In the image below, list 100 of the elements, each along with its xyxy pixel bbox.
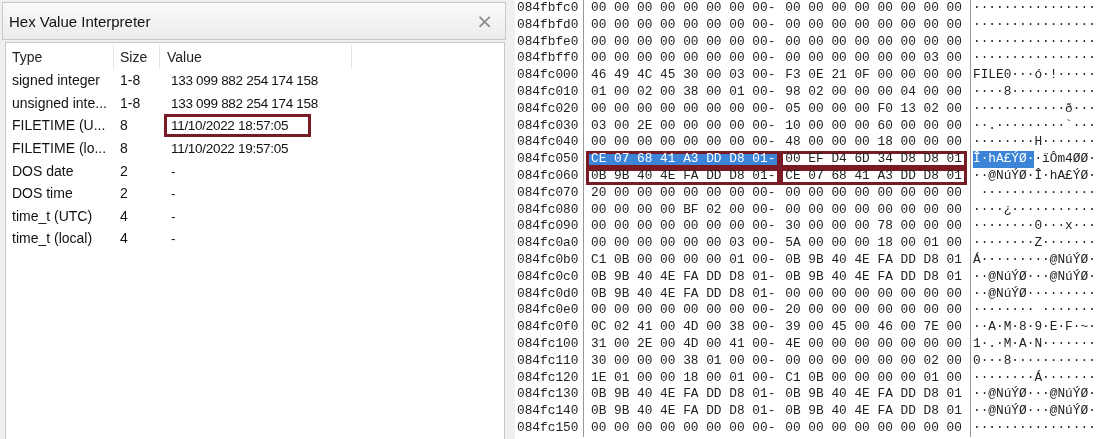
ascii-text[interactable]: ··@NúÝØ· bbox=[972, 167, 1035, 185]
ascii-text[interactable]: ········ bbox=[972, 50, 1035, 68]
ascii-text[interactable]: ········ bbox=[972, 100, 1035, 118]
hex-bytes[interactable]: 5A 00 00 00 18 00 01 00 bbox=[780, 235, 967, 252]
hex-bytes[interactable]: 00 00 00 00 00 00 00 00 bbox=[780, 201, 967, 219]
hex-bytes[interactable]: 00 00 00 00 00 00 03 00- bbox=[586, 235, 781, 252]
ascii-text[interactable]: 9·E·F·~· bbox=[1034, 319, 1096, 336]
hex-bytes[interactable]: 0B 9B 40 4E FA DD D8 01 bbox=[780, 251, 967, 269]
hex-bytes[interactable]: 00 00 00 00 00 00 00 00 bbox=[780, 16, 967, 34]
ascii-text[interactable]: ········ bbox=[1034, 184, 1096, 202]
ascii-text[interactable]: 0···x··· bbox=[1034, 218, 1096, 236]
hex-bytes[interactable]: 4E 00 00 00 00 00 00 00 bbox=[780, 335, 967, 353]
hex-bytes[interactable]: 00 00 00 00 00 00 00 00- bbox=[586, 33, 781, 51]
ascii-text[interactable]: ó·!····· bbox=[1034, 67, 1096, 84]
hex-bytes[interactable]: 10 00 00 00 60 00 00 00 bbox=[780, 117, 967, 135]
ascii-text[interactable]: ········ bbox=[972, 419, 1035, 437]
hex-bytes[interactable]: 0C 02 41 00 4D 00 38 00- bbox=[586, 319, 781, 336]
ascii-text[interactable]: ········ bbox=[972, 302, 1035, 320]
ascii-text[interactable]: Î·hA£ÝØ· bbox=[972, 151, 1035, 168]
hex-bytes[interactable]: F3 0E 21 0F 00 00 00 00 bbox=[780, 67, 967, 84]
column-header[interactable]: Type bbox=[6, 45, 114, 69]
ascii-text[interactable]: ··@NúÝØ· bbox=[1034, 386, 1096, 404]
hex-bytes[interactable]: 00 00 00 00 00 00 00 00 bbox=[780, 0, 967, 17]
hex-bytes[interactable]: 00 00 00 00 00 00 00 00- bbox=[586, 100, 781, 118]
ascii-text[interactable]: ··.····· bbox=[972, 117, 1035, 135]
ascii-text[interactable]: ·ïÔm4ØØ· bbox=[1034, 151, 1096, 168]
ascii-text[interactable]: H······· bbox=[1034, 134, 1096, 152]
hex-bytes[interactable]: 0B 9B 40 4E FA DD D8 01 bbox=[780, 386, 967, 404]
ascii-text[interactable]: ····`··· bbox=[1034, 117, 1096, 135]
ascii-text[interactable]: ····¿··· bbox=[972, 201, 1035, 219]
hex-bytes[interactable]: 98 02 00 00 00 04 00 00 bbox=[780, 84, 967, 101]
ascii-text[interactable]: ········ bbox=[1034, 16, 1096, 34]
hex-bytes[interactable]: 0B 9B 40 4E FA DD D8 01- bbox=[586, 285, 781, 303]
hex-bytes[interactable]: 00 00 00 00 00 00 00 00- bbox=[586, 134, 781, 152]
hex-bytes[interactable]: 46 49 4C 45 30 00 03 00- bbox=[586, 67, 781, 84]
hex-bytes[interactable]: 00 00 00 00 00 00 00 00 bbox=[780, 33, 967, 51]
ascii-text[interactable]: N······· bbox=[1034, 335, 1096, 353]
hex-bytes[interactable]: 20 00 00 00 00 00 00 00 bbox=[780, 302, 967, 320]
hex-bytes[interactable]: 05 00 00 00 F0 13 02 00 bbox=[780, 100, 967, 118]
ascii-text[interactable]: ········ bbox=[1034, 84, 1096, 101]
hex-bytes[interactable]: 39 00 45 00 46 00 7E 00 bbox=[780, 319, 967, 336]
hex-bytes[interactable]: CE 07 68 41 A3 DD D8 01 bbox=[780, 167, 967, 185]
ascii-text[interactable]: ········ bbox=[1034, 419, 1096, 437]
hex-bytes[interactable]: 31 00 2E 00 4D 00 41 00- bbox=[586, 335, 781, 353]
hex-bytes[interactable]: 00 00 00 00 00 00 02 00 bbox=[780, 352, 967, 370]
ascii-text[interactable]: ········ bbox=[972, 369, 1035, 387]
ascii-text[interactable]: 1·.·M·A· bbox=[972, 335, 1035, 353]
hex-bytes[interactable]: CE 07 68 41 A3 DD D8 01- bbox=[586, 151, 781, 168]
hex-bytes[interactable]: C1 0B 00 00 00 00 01 00- bbox=[586, 251, 781, 269]
column-header[interactable]: Value bbox=[160, 45, 352, 69]
ascii-text[interactable]: ··@NúÝØ· bbox=[1034, 268, 1096, 286]
ascii-text[interactable]: FILE0··· bbox=[972, 67, 1035, 84]
ascii-text[interactable]: Á······· bbox=[972, 251, 1035, 269]
hex-bytes[interactable]: 30 00 00 00 38 01 00 00- bbox=[586, 352, 781, 370]
ascii-text[interactable]: ········ bbox=[1034, 33, 1096, 51]
ascii-text[interactable]: Á······· bbox=[1034, 369, 1096, 387]
hex-bytes[interactable]: 48 00 00 00 18 00 00 00 bbox=[780, 134, 967, 152]
ascii-text[interactable]: ······· bbox=[972, 184, 1035, 202]
hex-bytes[interactable]: 00 00 00 00 00 00 00 00- bbox=[586, 218, 781, 236]
ascii-text[interactable]: ··@NúÝØ· bbox=[972, 268, 1035, 286]
hex-bytes[interactable]: 03 00 2E 00 00 00 00 00- bbox=[586, 117, 781, 135]
hex-bytes[interactable]: 00 00 00 00 00 00 00 00 bbox=[780, 285, 967, 303]
ascii-text[interactable]: ········ bbox=[972, 218, 1035, 236]
ascii-text[interactable]: Z······· bbox=[1034, 235, 1096, 252]
ascii-text[interactable]: ··@NúÝØ· bbox=[972, 386, 1035, 404]
ascii-text[interactable]: ········ bbox=[1034, 0, 1096, 17]
ascii-text[interactable]: ········ bbox=[1034, 285, 1096, 303]
ascii-text[interactable]: ········ bbox=[972, 235, 1035, 252]
hex-bytes[interactable]: 01 00 02 00 38 00 01 00- bbox=[586, 84, 781, 101]
hex-bytes[interactable]: 0B 9B 40 4E FA DD D8 01- bbox=[586, 386, 781, 404]
hex-bytes[interactable]: 0B 9B 40 4E FA DD D8 01- bbox=[586, 167, 781, 185]
hex-bytes[interactable]: 00 EF D4 6D 34 D8 D8 01 bbox=[780, 151, 967, 168]
ascii-text[interactable]: ········ bbox=[972, 134, 1035, 152]
hex-bytes[interactable]: 00 00 00 00 00 00 00 00- bbox=[586, 16, 781, 34]
ascii-text[interactable]: 0···8··· bbox=[972, 352, 1035, 370]
ascii-text[interactable]: ········ bbox=[972, 33, 1035, 51]
hex-bytes[interactable]: 0B 9B 40 4E FA DD D8 01 bbox=[780, 403, 967, 420]
hex-bytes[interactable]: 1E 01 00 00 18 00 01 00- bbox=[586, 369, 781, 387]
hex-bytes[interactable]: 00 00 00 00 00 00 03 00 bbox=[780, 50, 967, 68]
hex-bytes[interactable]: 0B 9B 40 4E FA DD D8 01 bbox=[780, 268, 967, 286]
ascii-text[interactable]: ········ bbox=[972, 0, 1035, 17]
hex-bytes[interactable]: 20 00 00 00 00 00 00 00- bbox=[586, 184, 781, 202]
hex-bytes[interactable]: 00 00 00 00 00 00 00 00- bbox=[586, 50, 781, 68]
hex-bytes[interactable]: 00 00 00 00 00 00 00 00- bbox=[586, 419, 781, 437]
ascii-text[interactable]: ········ bbox=[972, 16, 1035, 34]
hex-bytes[interactable]: 00 00 00 00 00 00 00 00- bbox=[586, 0, 781, 17]
ascii-text[interactable]: ··@NúÝØ· bbox=[1034, 251, 1096, 269]
hex-bytes[interactable]: 0B 9B 40 4E FA DD D8 01- bbox=[586, 268, 781, 286]
ascii-text[interactable]: ········ bbox=[1034, 201, 1096, 219]
ascii-text[interactable]: ····ð··· bbox=[1034, 100, 1096, 118]
hex-bytes[interactable]: 00 00 00 00 BF 02 00 00- bbox=[586, 201, 781, 219]
hex-bytes[interactable]: 00 00 00 00 00 00 00 00 bbox=[780, 419, 967, 437]
hex-bytes[interactable]: C1 0B 00 00 00 00 01 00 bbox=[780, 369, 967, 387]
hex-bytes[interactable]: 0B 9B 40 4E FA DD D8 01- bbox=[586, 403, 781, 420]
hex-bytes[interactable]: 00 00 00 00 00 00 00 00- bbox=[586, 302, 781, 320]
ascii-text[interactable]: ········ bbox=[1034, 352, 1096, 370]
ascii-text[interactable]: ····8··· bbox=[972, 84, 1035, 101]
ascii-text[interactable]: ··@NúÝØ· bbox=[972, 403, 1035, 420]
ascii-text[interactable]: ··@NúÝØ· bbox=[972, 285, 1035, 303]
ascii-text[interactable]: Î·hA£ÝØ· bbox=[1034, 167, 1096, 185]
